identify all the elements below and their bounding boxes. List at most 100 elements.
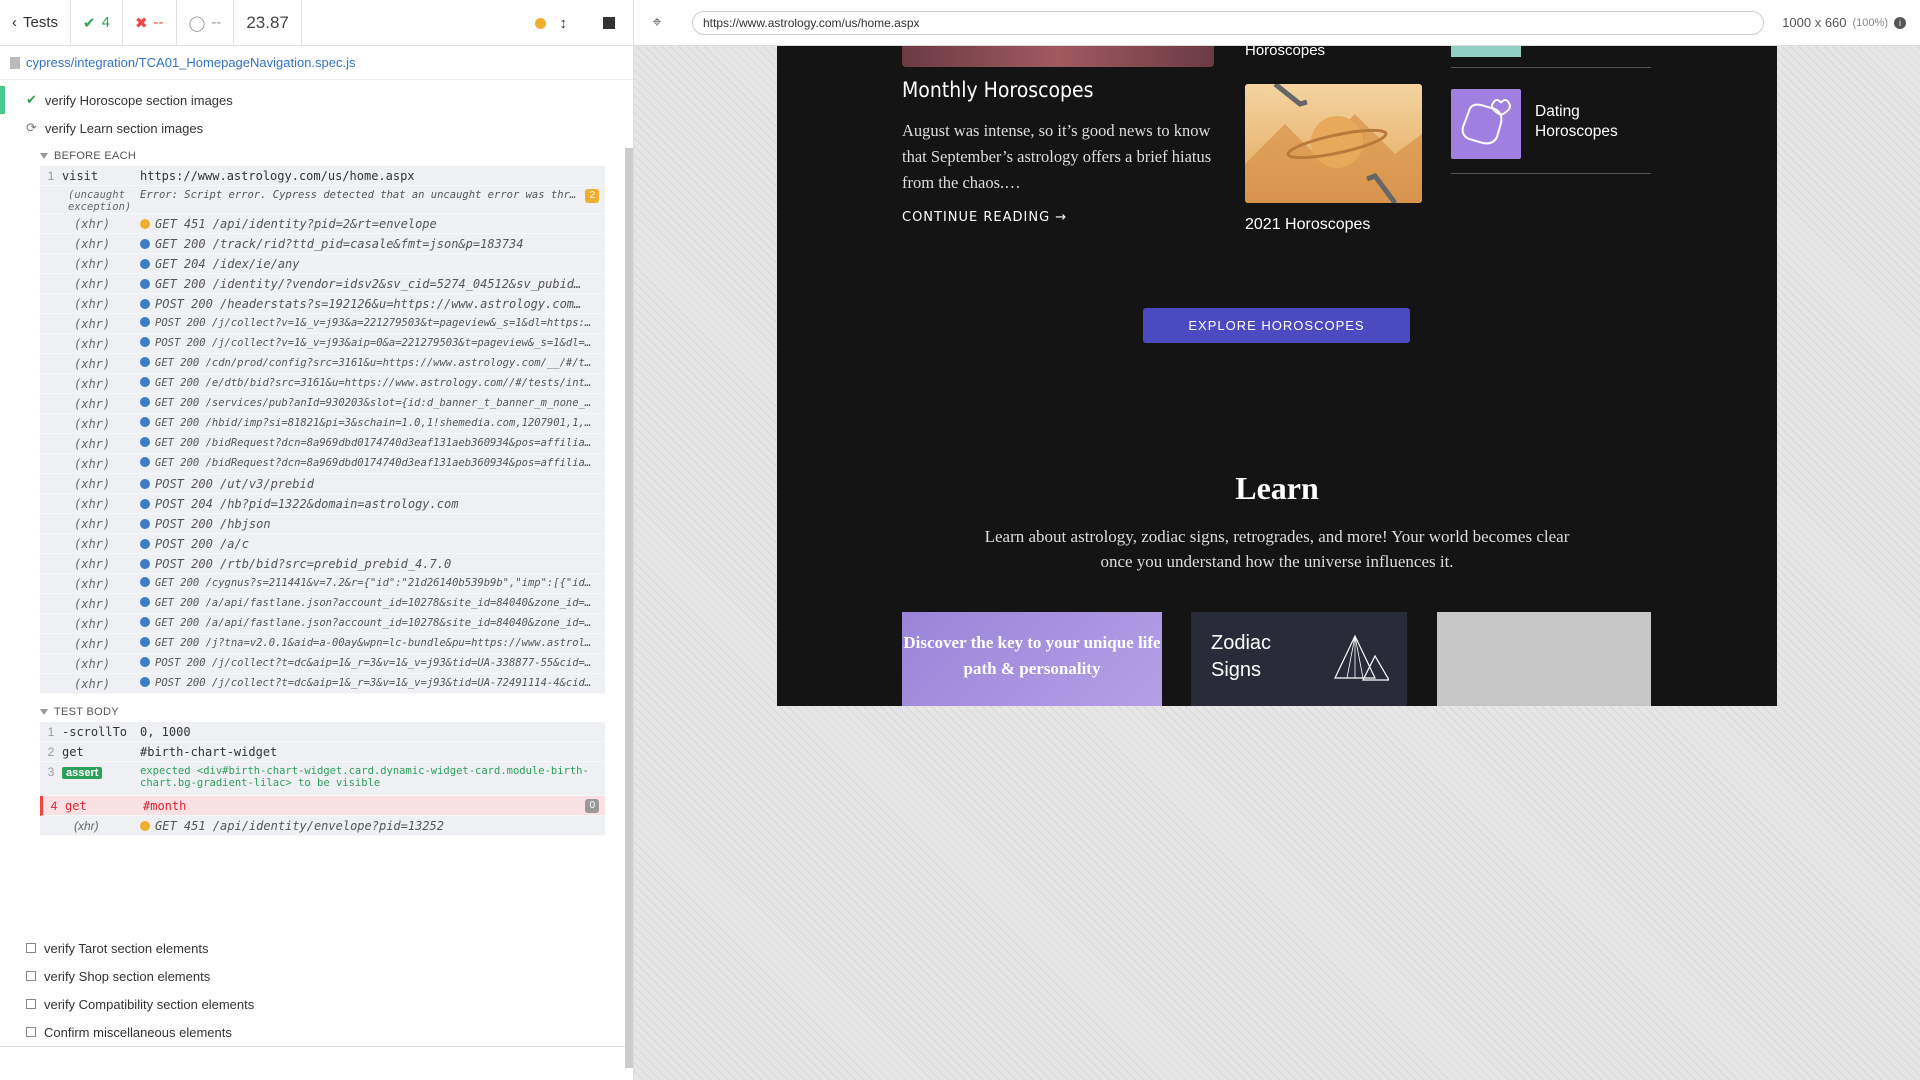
divider: [0, 1046, 626, 1047]
xhr-row[interactable]: (xhr) POST 200 /rtb/bid?src=prebid_prebid…: [40, 554, 605, 574]
runner-header: ‹ Tests ✔ 4 ✖ -- ◯ -- 23.87 ↕: [0, 0, 633, 46]
xhr-row[interactable]: (xhr) GET 451 /api/identity?pid=2&rt=enve…: [40, 214, 605, 234]
xhr-row[interactable]: (xhr) GET 200 /track/rid?ttd_pid=casale&f…: [40, 234, 605, 254]
pending-test[interactable]: verify Shop section elements: [0, 962, 620, 990]
saturn-image[interactable]: [1245, 84, 1422, 203]
command-message: GET 204 /idex/ie/any: [140, 254, 605, 271]
xhr-text: POST 200 /hbjson: [155, 517, 271, 531]
scrollbar[interactable]: [625, 148, 633, 1068]
command-message: POST 204 /hb?pid=1322&domain=astrology.c…: [140, 494, 605, 511]
article-image[interactable]: [902, 46, 1214, 67]
xhr-row[interactable]: (xhr) GET 451 /api/identity/envelope?pid…: [40, 816, 605, 836]
xhr-text: GET 200 /hbid/imp?si=81821&pi=3&schain=1…: [155, 417, 592, 429]
xhr-row[interactable]: (xhr) GET 200 /cygnus?s=211441&v=7.2&r={"…: [40, 574, 605, 594]
status-dot-icon: [140, 299, 150, 309]
runner-controls: ↕: [534, 0, 634, 46]
command-number: [40, 454, 62, 457]
xhr-row[interactable]: (xhr) GET 200 /a/api/fastlane.json?accoun…: [40, 614, 605, 634]
xhr-row[interactable]: (xhr) GET 200 /bidRequest?dcn=8a969dbd017…: [40, 454, 605, 474]
xhr-row[interactable]: (xhr) POST 200 /headerstats?s=192126&u=ht…: [40, 294, 605, 314]
xhr-row[interactable]: (xhr) POST 200 /j/collect?v=1&_v=j93&a=22…: [40, 314, 605, 334]
birth-chart-widget[interactable]: Discover the key to your unique life pat…: [902, 612, 1162, 706]
command-name: (xhr): [74, 257, 111, 271]
info-icon[interactable]: i: [1894, 16, 1906, 29]
xhr-row[interactable]: (xhr) GET 200 /bidRequest?dcn=8a969dbd017…: [40, 434, 605, 454]
command-name: get: [62, 745, 84, 759]
test-title: Confirm miscellaneous elements: [44, 1024, 232, 1040]
pending-test[interactable]: Confirm miscellaneous elements: [0, 1018, 620, 1046]
pending-test[interactable]: verify Compatibility section elements: [0, 990, 620, 1018]
tests-button[interactable]: ‹ Tests: [0, 0, 72, 46]
horoscopes-label[interactable]: Horoscopes: [1245, 46, 1325, 59]
teal-image[interactable]: [1451, 46, 1521, 57]
caret-down-icon: [40, 153, 48, 159]
test-passed[interactable]: ✔ verify Horoscope section images: [0, 86, 633, 114]
xhr-row[interactable]: (xhr) GET 200 /services/pub?anId=930203&s…: [40, 394, 605, 414]
monthly-horoscopes-title[interactable]: Monthly Horoscopes: [902, 78, 1094, 102]
2021-horoscopes-link[interactable]: 2021 Horoscopes: [1245, 216, 1370, 234]
failed-count[interactable]: ✖ --: [123, 0, 177, 46]
scroll-toggle-icon[interactable]: ↕: [560, 15, 568, 32]
pending-icon: [26, 1027, 36, 1037]
monthly-horoscopes-desc: August was intense, so it’s good news to…: [902, 121, 1212, 192]
zodiac-signs-card[interactable]: Zodiac Signs: [1191, 612, 1407, 706]
placeholder-card[interactable]: [1437, 612, 1651, 706]
command-row[interactable]: 2 get #birth-chart-widget: [40, 742, 605, 762]
xhr-row[interactable]: (xhr) POST 200 /j/collect?t=dc&aip=1&_r=3…: [40, 674, 605, 694]
command-row-failed[interactable]: 4 get #month 0: [40, 796, 605, 816]
command-message: POST 200 /j/collect?v=1&_v=j93&aip=0&a=2…: [140, 334, 605, 349]
command-row[interactable]: 3 assert expected <div#birth-chart-widge…: [40, 762, 605, 796]
url-input[interactable]: https://www.astrology.com/us/home.aspx: [692, 11, 1764, 35]
divider: [1451, 67, 1651, 68]
xhr-row[interactable]: (xhr) POST 200 /j/collect?t=dc&aip=1&_r=3…: [40, 654, 605, 674]
xhr-text: GET 200 /a/api/fastlane.json?account_id=…: [155, 617, 598, 629]
stop-button[interactable]: [603, 17, 615, 29]
command-message: POST 200 /headerstats?s=192126&u=https:/…: [140, 294, 605, 311]
xhr-row[interactable]: (xhr) GET 200 /e/dtb/bid?src=3161&u=https…: [40, 374, 605, 394]
command-number: [40, 274, 62, 277]
xhr-row[interactable]: (xhr) GET 200 /identity/?vendor=idsv2&sv_…: [40, 274, 605, 294]
command-number: [40, 374, 62, 377]
xhr-row[interactable]: (xhr) GET 200 /cdn/prod/config?src=3161&u…: [40, 354, 605, 374]
test-body-hook[interactable]: TEST BODY: [40, 702, 605, 722]
command-name: (xhr): [74, 517, 111, 531]
test-running[interactable]: ⟳ verify Learn section images: [0, 114, 633, 142]
pending-tests: verify Tarot section elements verify Sho…: [0, 934, 620, 1046]
xhr-row[interactable]: (xhr) POST 200 /ut/v3/prebid: [40, 474, 605, 494]
exception-row[interactable]: (uncaught exception) Error: Script error.…: [40, 186, 605, 214]
command-message: #month: [143, 799, 187, 813]
command-number: [40, 434, 62, 437]
hooks-container: BEFORE EACH 1 visit https://www.astrology.…: [40, 146, 605, 836]
xhr-row[interactable]: (xhr) GET 204 /idex/ie/any: [40, 254, 605, 274]
xhr-text: GET 451 /api/identity?pid=2&rt=envelope: [155, 217, 437, 231]
xhr-row[interactable]: (xhr) POST 200 /a/c: [40, 534, 605, 554]
xhr-text: GET 200 /bidRequest?dcn=8a969dbd0174740d…: [155, 437, 598, 449]
explore-horoscopes-button[interactable]: EXPLORE HOROSCOPES: [1143, 308, 1410, 343]
command-row[interactable]: 1 -scrollTo 0, 1000: [40, 722, 605, 742]
spec-file-path[interactable]: cypress/integration/TCA01_HomepageNaviga…: [0, 46, 633, 80]
xhr-row[interactable]: (xhr) GET 200 /hbid/imp?si=81821&pi=3&sch…: [40, 414, 605, 434]
pending-test[interactable]: verify Tarot section elements: [0, 934, 620, 962]
before-each-hook[interactable]: BEFORE EACH: [40, 146, 605, 166]
selector-playground-icon[interactable]: ⌖: [634, 14, 680, 32]
xhr-text: GET 200 /a/api/fastlane.json?account_id=…: [155, 597, 598, 609]
dating-icon[interactable]: [1451, 89, 1521, 159]
command-row[interactable]: 1 visit https://www.astrology.com/us/home.…: [40, 166, 605, 186]
command-name: (xhr): [74, 597, 111, 611]
command-name: (xhr): [74, 617, 111, 631]
command-message: POST 200 /j/collect?t=dc&aip=1&_r=3&v=1&…: [140, 674, 605, 689]
pending-count[interactable]: ◯ --: [177, 0, 235, 46]
xhr-row[interactable]: (xhr) POST 204 /hb?pid=1322&domain=astrol…: [40, 494, 605, 514]
xhr-row[interactable]: (xhr) POST 200 /hbjson: [40, 514, 605, 534]
passed-count[interactable]: ✔ 4: [71, 0, 123, 46]
command-number: [40, 234, 62, 237]
status-dot-icon: [140, 617, 150, 627]
dating-horoscopes-link[interactable]: Dating Horoscopes: [1535, 102, 1645, 142]
continue-reading-link[interactable]: CONTINUE READING →: [902, 210, 1067, 225]
xhr-row[interactable]: (xhr) GET 200 /j?tna=v2.0.1&aid=a-00ay&wp…: [40, 634, 605, 654]
xhr-row[interactable]: (xhr) POST 200 /j/collect?v=1&_v=j93&aip=…: [40, 334, 605, 354]
xhr-row[interactable]: (xhr) GET 200 /a/api/fastlane.json?accoun…: [40, 594, 605, 614]
command-name: (xhr): [74, 657, 111, 671]
command-message: expected <div#birth-chart-widget.card.dy…: [140, 765, 589, 789]
command-number: [40, 494, 62, 497]
